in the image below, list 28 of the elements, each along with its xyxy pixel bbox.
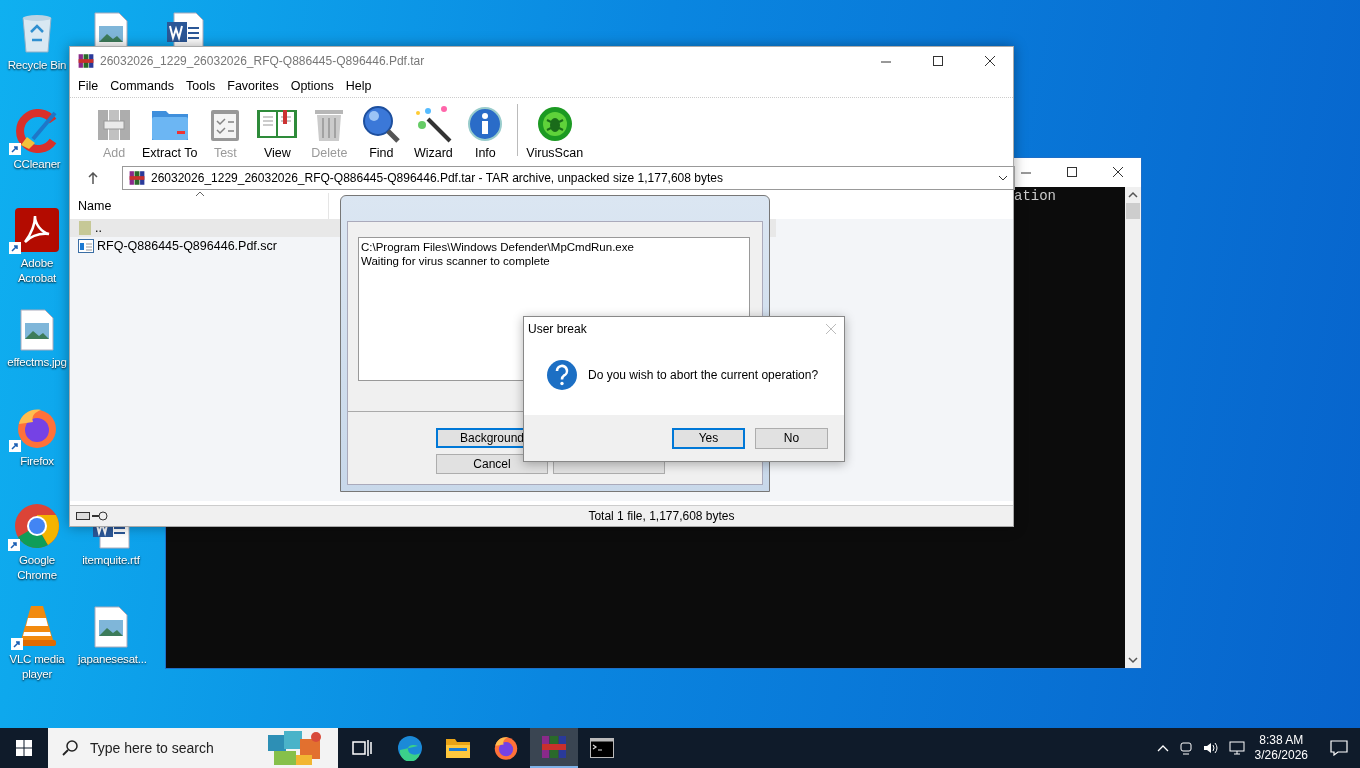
dialog-button[interactable]: Yes — [672, 427, 745, 449]
toolbar-button[interactable]: Find — [355, 104, 408, 160]
log-line: Waiting for virus scanner to complete — [361, 254, 551, 268]
toolbar-button[interactable]: Wizard — [407, 104, 460, 160]
file-name[interactable]: .. — [95, 221, 102, 235]
console-text: ation — [1014, 188, 1056, 204]
dialog-message: Do you wish to abort the current operation? — [588, 368, 819, 382]
toolbar-button[interactable]: Extract To — [140, 104, 200, 160]
search-field[interactable]: Type here to search — [48, 728, 338, 768]
toolbar-button[interactable]: Info — [459, 104, 512, 160]
column-header[interactable]: Name — [78, 199, 112, 213]
dialog-title: User break — [528, 322, 587, 336]
dialog-button[interactable]: Cancel — [436, 454, 548, 474]
address-field[interactable]: 26032026_1229_26032026_RFQ-Q886445-Q896446.Pdf.tar - TAR archive, unpacked size 1,177,608 bytes — [122, 166, 1015, 190]
menu-item[interactable]: File — [72, 77, 105, 95]
log-line: C:\Program Files\Windows Defender\MpCmdRun.exe — [361, 240, 635, 254]
toolbar-button[interactable]: View — [251, 104, 304, 160]
dialog-button[interactable]: No — [755, 427, 828, 449]
file-name[interactable]: RFQ-Q886445-Q896446.Pdf.scr — [97, 239, 277, 253]
menu-item[interactable]: Tools — [180, 77, 222, 95]
toolbar-button[interactable]: VirusScan — [524, 104, 586, 160]
menu-item[interactable]: Help — [339, 77, 378, 95]
clock[interactable]: 8:38 AM 3/26/2026 — [1254, 733, 1308, 763]
menu-item[interactable]: Commands — [104, 77, 181, 95]
window-title: 26032026_1229_26032026_RFQ-Q886445-Q896446.Pdf.tar — [100, 54, 426, 68]
menu-item[interactable]: Favorites — [221, 77, 285, 95]
status-text: Total 1 file, 1,177,608 bytes — [587, 509, 735, 523]
menu-item[interactable]: Options — [284, 77, 340, 95]
